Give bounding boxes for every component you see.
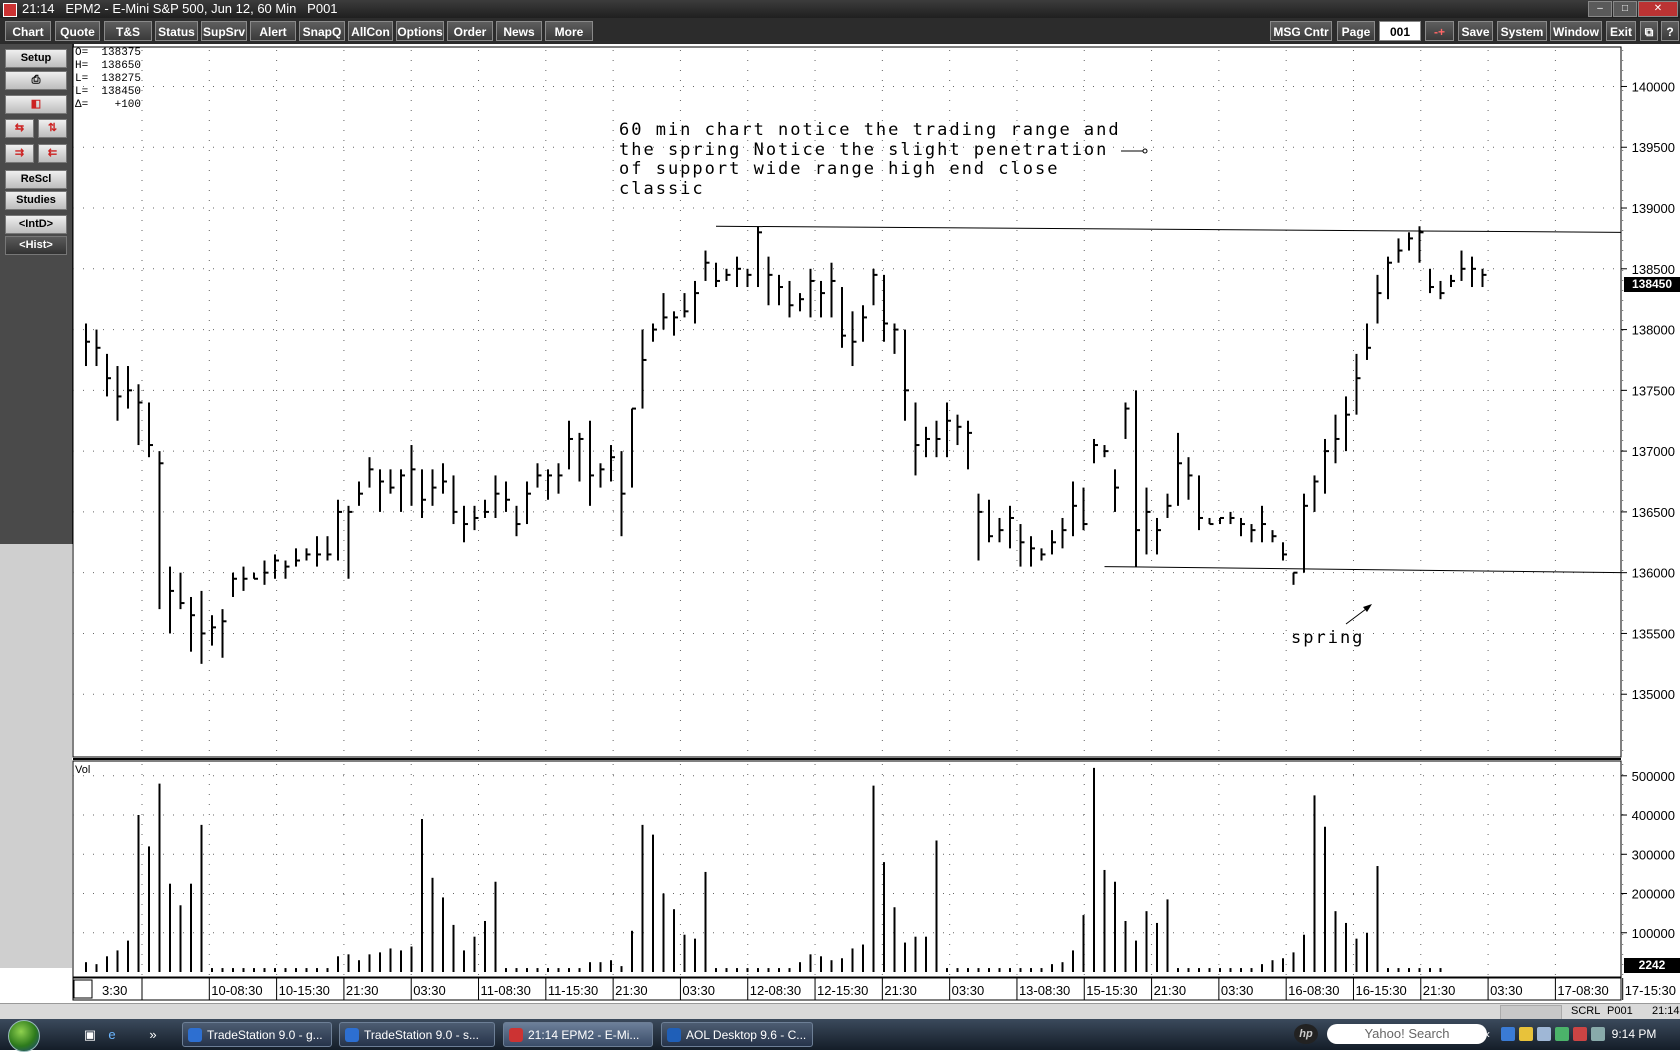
time-tick-label: 03:30: [413, 983, 446, 998]
aol-icon: [667, 1028, 681, 1042]
price-tick-label: 137000: [1632, 444, 1675, 459]
high-value: H= 138650: [75, 60, 142, 72]
price-tick-label: 138000: [1632, 323, 1675, 338]
price-tick-label: 135000: [1632, 687, 1675, 702]
time-tick-label: 21:30: [884, 983, 917, 998]
tray-update-icon[interactable]: [1537, 1027, 1551, 1041]
tray-security-icon[interactable]: [1555, 1027, 1569, 1041]
low-value: L= 138275: [75, 73, 142, 85]
volume-label: Vol: [75, 764, 90, 776]
time-tick-label: 16-15:30: [1355, 983, 1406, 998]
taskbar: ▣ e » TradeStation 9.0 - g... TradeStati…: [0, 1019, 1680, 1052]
time-tick-label: 21:30: [1154, 983, 1187, 998]
time-tick-label: 3:30: [102, 983, 127, 998]
taskbar-item-label: TradeStation 9.0 - s...: [364, 1028, 479, 1042]
tradestation-icon: [188, 1028, 202, 1042]
time-axis-start-box[interactable]: [73, 979, 93, 999]
tray-alert-icon[interactable]: [1573, 1027, 1587, 1041]
status-panel: [1500, 1005, 1562, 1020]
taskbar-clock[interactable]: 9:14 PM: [1604, 1019, 1664, 1050]
yahoo-search-box[interactable]: Yahoo! Search: [1327, 1024, 1487, 1044]
price-tick-label: 138500: [1632, 262, 1675, 277]
spring-annotation: spring: [1291, 628, 1365, 648]
open-value: O= 138375: [75, 47, 142, 59]
price-tick-label: 139500: [1632, 140, 1675, 155]
time-tick-label: 03:30: [682, 983, 715, 998]
show-desktop-icon[interactable]: ▣: [82, 1027, 98, 1043]
tray-network-icon[interactable]: [1501, 1027, 1515, 1041]
taskbar-item-aol[interactable]: AOL Desktop 9.6 - C...: [661, 1022, 813, 1047]
tray-app-icon[interactable]: [1519, 1027, 1533, 1041]
volume-tick-label: 300000: [1632, 847, 1675, 862]
price-tick-label: 139000: [1632, 201, 1675, 216]
tray-volume-icon[interactable]: [1591, 1027, 1605, 1041]
tradestation-icon: [345, 1028, 359, 1042]
time-tick-label: 16-08:30: [1288, 983, 1339, 998]
time-tick-label: 03:30: [952, 983, 985, 998]
time-tick-label: 10-15:30: [279, 983, 330, 998]
ohlc-readout: O= 138375 H= 138650 L= 138275 L= 138450 Δ= +…: [75, 47, 141, 112]
last-price-tag: 138450: [1624, 277, 1680, 292]
volume-pane: [72, 760, 1622, 978]
time-tick-label: 15-15:30: [1086, 983, 1137, 998]
time-tick-label: 12-08:30: [750, 983, 801, 998]
price-tick-label: 137500: [1632, 383, 1675, 398]
last-volume-tag: 2242: [1624, 958, 1680, 973]
taskbar-item-label: AOL Desktop 9.6 - C...: [686, 1028, 807, 1042]
price-tick-label: 135500: [1632, 626, 1675, 641]
search-icon[interactable]: ⚲: [1467, 1027, 1481, 1042]
price-tick-label: 136000: [1632, 566, 1675, 581]
price-tick-label: 136500: [1632, 505, 1675, 520]
time-tick-label: 11-15:30: [548, 983, 598, 998]
change-value: Δ= +100: [75, 99, 142, 111]
ie-icon[interactable]: e: [104, 1027, 120, 1043]
volume-tick-label: 100000: [1632, 926, 1675, 941]
annotation-anchor: [1142, 148, 1148, 154]
status-scrl: SCRL: [1571, 1005, 1601, 1017]
start-button[interactable]: [8, 1020, 40, 1052]
status-bar: SCRL P001 21:14: [0, 1003, 1680, 1020]
taskbar-item-tradestation-2[interactable]: TradeStation 9.0 - s...: [339, 1022, 495, 1047]
time-tick-label: 17-15:30: [1625, 983, 1676, 998]
time-tick-label: 21:30: [346, 983, 379, 998]
status-page: P001: [1607, 1005, 1633, 1017]
hp-logo-icon[interactable]: hp: [1294, 1024, 1318, 1044]
taskbar-item-label: 21:14 EPM2 - E-Mi...: [528, 1028, 640, 1042]
tray-expand-icon[interactable]: ‹: [1486, 1027, 1500, 1041]
time-tick-label: 21:30: [615, 983, 648, 998]
time-tick-label: 11-08:30: [481, 983, 531, 998]
taskbar-item-chart[interactable]: 21:14 EPM2 - E-Mi...: [503, 1022, 653, 1047]
volume-tick-label: 200000: [1632, 887, 1675, 902]
time-tick-label: 13-08:30: [1019, 983, 1070, 998]
quicklaunch-more-icon[interactable]: »: [145, 1027, 161, 1043]
taskbar-item-tradestation-1[interactable]: TradeStation 9.0 - g...: [182, 1022, 332, 1047]
time-tick-label: 21:30: [1423, 983, 1456, 998]
time-tick-label: 10-08:30: [211, 983, 262, 998]
volume-tick-label: 500000: [1632, 769, 1675, 784]
volume-tick-label: 400000: [1632, 808, 1675, 823]
chart-window-icon: [509, 1028, 523, 1042]
price-tick-label: 140000: [1632, 79, 1675, 94]
time-tick-label: 12-15:30: [817, 983, 868, 998]
chart-annotation: 60 min chart notice the trading range an…: [619, 120, 1121, 199]
status-time: 21:14: [1652, 1005, 1680, 1017]
time-tick-label: 03:30: [1221, 983, 1254, 998]
taskbar-item-label: TradeStation 9.0 - g...: [207, 1028, 323, 1042]
time-tick-label: 03:30: [1490, 983, 1523, 998]
last-value: L= 138450: [75, 86, 142, 98]
time-tick-label: 17-08:30: [1557, 983, 1608, 998]
